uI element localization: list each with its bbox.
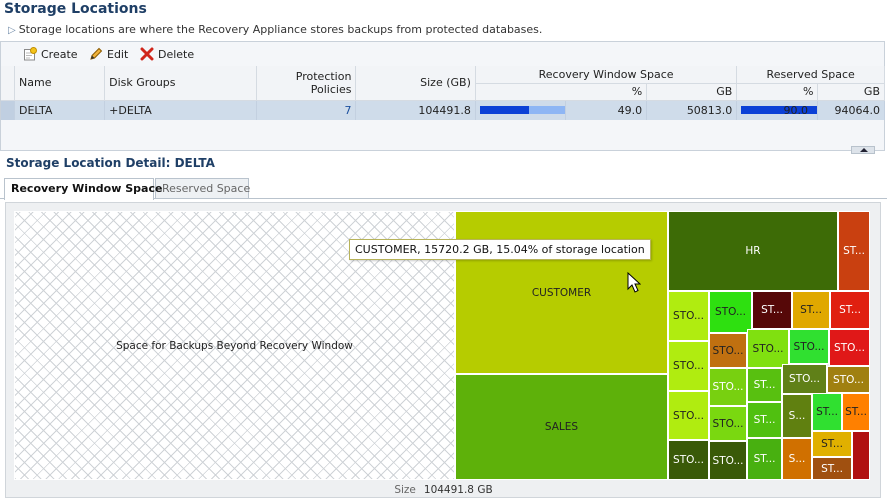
column-header-size[interactable]: Size (GB) [355,66,476,101]
delete-x-icon [140,47,154,61]
treemap-cell[interactable]: STO... [668,341,709,391]
column-header-name[interactable]: Name [14,66,106,101]
description-text: Storage locations are where the Recovery… [18,23,543,36]
toolbar: Create Edit Delete [1,42,884,66]
treemap-cell[interactable]: STO... [782,364,827,394]
treemap-cell[interactable]: S... [782,438,812,480]
treemap-cell[interactable]: STO... [668,440,709,480]
treemap-cell[interactable]: SALES [455,374,668,480]
treemap-cell[interactable]: STO... [829,329,870,366]
cell-rs-pct: 90.0 [783,104,809,117]
table-row[interactable]: DELTA +DELTA 7 104491.8 49.0 50813.0 [1,100,885,120]
treemap-cell[interactable]: STO... [668,291,709,341]
cell-protection-policies[interactable]: 7 [256,100,357,120]
rw-progress-bar [479,106,565,115]
tab-reserved-space[interactable]: Reserved Space [155,178,250,199]
treemap-cell[interactable]: STO... [709,291,752,333]
cell-rw-gb: 50813.0 [646,100,738,120]
storage-locations-table: Name Disk Groups Protection Policies Siz… [1,66,885,120]
collapse-panel-button[interactable] [851,146,875,154]
cell-rs-gb: 94064.0 [834,104,881,117]
column-header-disk-groups[interactable]: Disk Groups [104,66,258,101]
detail-title: Storage Location Detail: DELTA [6,156,215,170]
size-value: 104491.8 GB [423,484,493,496]
treemap-cell[interactable]: STO... [747,329,789,368]
size-label: Size [394,484,416,496]
treemap-cell[interactable]: ST... [747,402,782,438]
treemap-cell[interactable]: STO... [709,406,747,441]
edit-label: Edit [107,47,129,61]
page-description: ▷ Storage locations are where the Recover… [8,23,542,36]
treemap-cell[interactable]: ST... [812,457,852,480]
treemap-cell[interactable]: ST... [752,291,792,329]
treemap-cell[interactable]: STO... [709,368,747,406]
cell-rw-bar [475,100,567,120]
treemap-cell[interactable]: ST... [747,438,782,480]
treemap-cell[interactable]: STO... [668,391,709,440]
pencil-icon [89,47,103,61]
column-group-reserved-space: Reserved Space [736,66,885,84]
delete-label: Delete [158,47,195,61]
cell-size: 104491.8 [355,100,476,120]
row-selector-header [1,66,15,101]
cell-rw-pct: 49.0 [565,100,648,120]
page-title: Storage Locations [4,1,147,17]
treemap-cell[interactable]: STO... [709,333,747,368]
column-header-rs-gb[interactable]: GB [817,83,885,101]
column-group-recovery-window-space: Recovery Window Space [475,66,738,84]
column-header-rw-gb[interactable]: GB [646,83,738,101]
row-selector[interactable] [1,100,15,120]
treemap-cell[interactable]: ST... [747,368,782,402]
reserved-space-values: 90.0 94064.0 [770,104,884,120]
edit-button[interactable]: Edit [89,46,128,62]
cell-name: DELTA [14,100,106,120]
treemap-cell[interactable]: ST... [792,291,830,329]
protection-header-line2: Policies [310,82,352,96]
storage-locations-panel: Create Edit Delete Name Disk Groups Prot… [0,41,885,151]
expand-arrow-icon[interactable]: ▷ [8,25,16,36]
treemap-cell[interactable] [852,431,870,480]
column-header-rw-pct[interactable]: % [475,83,648,101]
treemap-cell[interactable]: ST... [812,393,842,431]
treemap-cell[interactable]: ST... [842,393,870,431]
mouse-cursor-icon [627,271,642,294]
rw-progress-fill [479,106,529,115]
treemap-cell[interactable]: STO... [789,329,829,364]
delete-button[interactable]: Delete [140,46,194,62]
treemap-cell[interactable]: STO... [709,441,747,480]
treemap-cell[interactable]: ST... [838,211,870,291]
protection-header-line1: Protection [295,69,352,83]
treemap-cell[interactable]: S... [782,394,812,438]
treemap-cell[interactable]: STO... [827,366,870,393]
treemap-tooltip: CUSTOMER, 15720.2 GB, 15.04% of storage … [349,239,651,260]
cell-disk-groups: +DELTA [104,100,258,120]
create-button[interactable]: Create [23,46,78,62]
treemap-cell[interactable]: ST... [812,431,852,457]
treemap-cell[interactable]: ST... [830,291,870,329]
treemap-footer: Size 104491.8 GB [0,484,887,496]
create-label: Create [41,47,78,61]
tab-recovery-window-space[interactable]: Recovery Window Space [4,178,162,200]
column-header-protection-policies[interactable]: Protection Policies [256,66,357,101]
column-header-rs-pct[interactable]: % [736,83,819,101]
treemap-cell[interactable]: HR [668,211,838,291]
create-icon [23,47,37,61]
